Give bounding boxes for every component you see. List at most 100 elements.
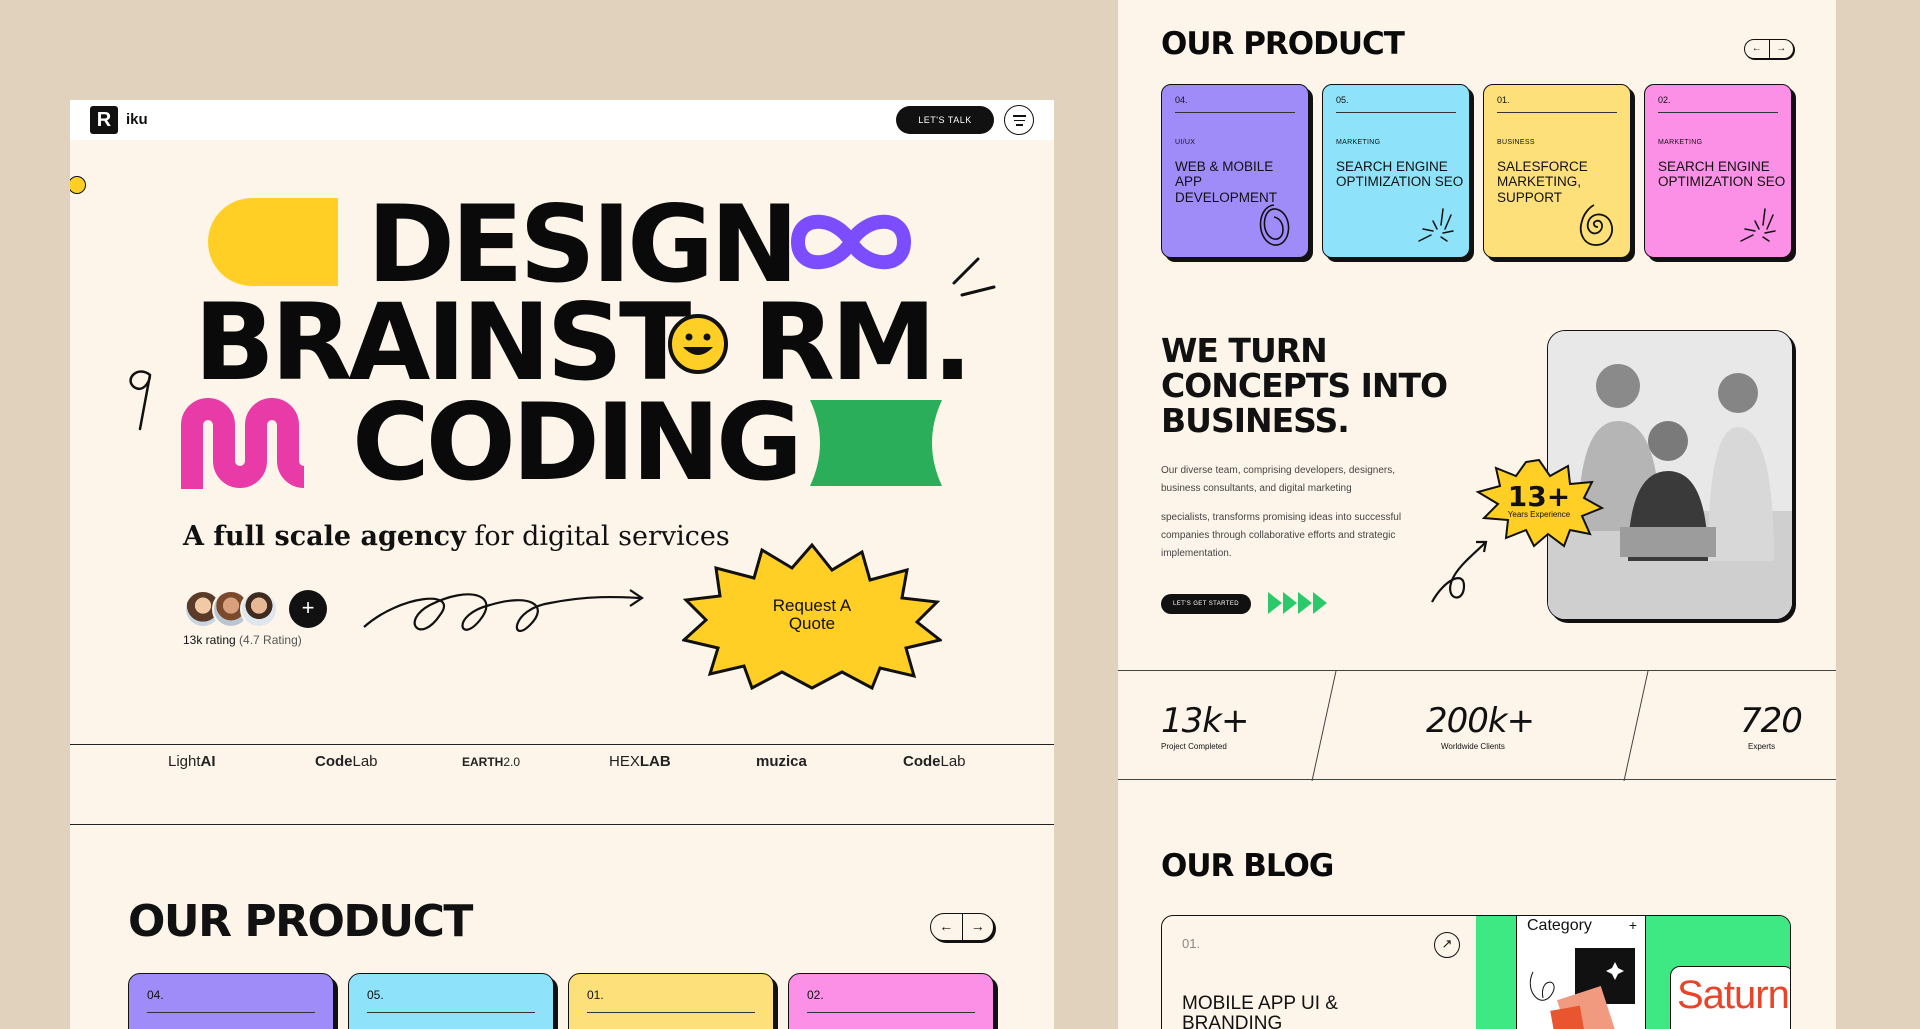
- arrow-prev-button[interactable]: ←: [931, 914, 963, 940]
- card-number: 02.: [807, 988, 824, 1002]
- experience-badge: 13+ Years Experience: [1474, 458, 1605, 548]
- badge-number: 13+: [1507, 480, 1571, 513]
- doodle-loop-icon: [129, 370, 152, 431]
- card-category: MARKETING: [1336, 139, 1381, 146]
- brand-logo-lightai: LightAI: [168, 753, 216, 770]
- top-nav: R iku LET'S TALK: [70, 100, 1054, 140]
- rating-value: (4.7 Rating): [239, 633, 302, 647]
- card-category: BUSINESS: [1497, 139, 1535, 146]
- loopy-arrow-icon: [363, 589, 644, 632]
- stat-value: 720: [1740, 701, 1803, 741]
- badge-label: Years Experience: [1507, 510, 1571, 519]
- concept-title: WE TURN CONCEPTS INTO BUSINESS.: [1161, 331, 1448, 440]
- hero-line-coding: CODING: [352, 381, 803, 504]
- brand-strip: LightAI CodeLab EARTH2.0 HEXLAB muzica C…: [70, 745, 1054, 781]
- request-quote-label: Request A Quote: [682, 540, 942, 690]
- card-rule: [367, 1012, 535, 1013]
- lets-talk-button[interactable]: LET'S TALK: [896, 106, 994, 134]
- card-rule: [1175, 112, 1295, 113]
- brand-logo-codelab: CodeLab: [315, 753, 378, 770]
- menu-icon: [1013, 115, 1026, 117]
- card-number: 05.: [367, 988, 384, 1002]
- blog-title-line1: MOBILE APP UI &: [1182, 993, 1338, 1014]
- stat-value: 200k+: [1426, 701, 1535, 741]
- blog-card[interactable]: 01. ↗ MOBILE APP UI & BRANDING Category …: [1161, 915, 1791, 1029]
- product-card[interactable]: 04. UI/UX WEB & MOBILE APP DEVELOPMENT: [1161, 84, 1309, 258]
- brand-logo-codelab-2: CodeLab: [903, 753, 966, 770]
- card-name: SALESFORCE MARKETING, SUPPORT: [1497, 159, 1588, 205]
- tagline-bold: A full scale agency: [183, 521, 466, 552]
- logo-text[interactable]: iku: [126, 111, 148, 128]
- triple-arrow-icon: [1268, 592, 1327, 614]
- product-card-mini[interactable]: 02.: [788, 973, 994, 1029]
- our-product-title: OUR PRODUCT: [128, 896, 473, 947]
- avatar: [240, 590, 278, 628]
- card-rule: [1497, 112, 1617, 113]
- yellow-shape-icon: [208, 198, 338, 286]
- menu-icon: [1014, 119, 1025, 121]
- brand-logo-muzica: muzica: [756, 753, 807, 770]
- product-arrows: ← →: [930, 913, 994, 941]
- smile-sticker-icon: [70, 176, 86, 194]
- infinity-icon: [790, 214, 912, 270]
- divider: [70, 824, 1054, 825]
- quote-line2: Quote: [788, 614, 836, 633]
- tagline: A full scale agency for digital services: [183, 521, 730, 552]
- get-started-button[interactable]: LET'S GET STARTED: [1161, 594, 1251, 614]
- card-number: 01.: [587, 988, 604, 1002]
- category-label: Category: [1527, 917, 1592, 934]
- product-arrows-right: ← →: [1744, 39, 1794, 59]
- arrow-next-button[interactable]: →: [1770, 40, 1794, 58]
- scribble-circle-icon: [1259, 204, 1290, 246]
- category-artwork: [1529, 948, 1635, 1029]
- brand-logo-earth: EARTH2.0: [462, 755, 521, 769]
- sparkle-lines-icon: [1418, 208, 1454, 242]
- product-card[interactable]: 05. MARKETING SEARCH ENGINE OPTIMIZATION…: [1322, 84, 1470, 258]
- card-number: 04.: [1175, 95, 1188, 105]
- our-product-title-right: OUR PRODUCT: [1161, 26, 1405, 62]
- saturn-text: Saturn: [1677, 973, 1790, 1017]
- sparkle-lines-icon: [1740, 208, 1776, 242]
- stat-value: 13k+: [1161, 701, 1249, 741]
- card-category: UI/UX: [1175, 139, 1196, 146]
- stat-label: Worldwide Clients: [1441, 742, 1505, 751]
- request-quote-button[interactable]: Request A Quote: [680, 540, 944, 691]
- landing-page-left: R iku LET'S TALK DESIGN BRAINST RM. CODIN…: [70, 100, 1054, 1029]
- blog-number: 01.: [1182, 936, 1201, 951]
- card-category: MARKETING: [1658, 139, 1703, 146]
- card-number: 01.: [1497, 95, 1510, 105]
- about-paragraph-2: specialists, transforms promising ideas …: [1161, 512, 1402, 559]
- stat-label: Experts: [1748, 742, 1776, 751]
- stats-bar: 13k+ Project Completed 200k+ Worldwide C…: [1118, 670, 1836, 781]
- spiral-icon: [1579, 204, 1613, 246]
- pink-wave-icon: [181, 398, 306, 489]
- stat-label: Project Completed: [1161, 742, 1227, 751]
- menu-icon: [1016, 124, 1023, 126]
- add-avatar-button[interactable]: +: [289, 590, 327, 628]
- card-name: SEARCH ENGINE OPTIMIZATION SEO: [1658, 159, 1786, 190]
- card-rule: [147, 1012, 315, 1013]
- about-paragraph-1: Our diverse team, comprising developers,…: [1161, 465, 1395, 494]
- card-number: 04.: [147, 988, 164, 1002]
- blog-title: MOBILE APP UI & BRANDING: [1182, 994, 1338, 1029]
- rating-text: 13k rating (4.7 Rating): [183, 633, 302, 647]
- card-name: WEB & MOBILE APP DEVELOPMENT: [1175, 159, 1278, 205]
- card-number: 02.: [1658, 95, 1671, 105]
- green-shape-icon: [810, 400, 942, 486]
- product-card[interactable]: 02. MARKETING SEARCH ENGINE OPTIMIZATION…: [1644, 84, 1792, 258]
- product-card-mini[interactable]: 04.: [128, 973, 334, 1029]
- menu-button[interactable]: [1004, 105, 1034, 135]
- card-rule: [1658, 112, 1778, 113]
- product-card-mini[interactable]: 01.: [568, 973, 774, 1029]
- arrow-prev-button[interactable]: ←: [1745, 40, 1770, 58]
- card-rule: [587, 1012, 755, 1013]
- blog-title-line2: BRANDING: [1182, 1012, 1283, 1029]
- product-card[interactable]: 01. BUSINESS SALESFORCE MARKETING, SUPPO…: [1483, 84, 1631, 258]
- plus-icon[interactable]: +: [1629, 917, 1637, 933]
- card-name: SEARCH ENGINE OPTIMIZATION SEO: [1336, 159, 1464, 190]
- arrow-up-right-icon[interactable]: ↗: [1434, 932, 1460, 958]
- logo-mark[interactable]: R: [90, 106, 118, 134]
- product-card-mini[interactable]: 05.: [348, 973, 554, 1029]
- brand-logo-hexlab: HEXLAB: [609, 753, 671, 770]
- arrow-next-button[interactable]: →: [963, 914, 994, 940]
